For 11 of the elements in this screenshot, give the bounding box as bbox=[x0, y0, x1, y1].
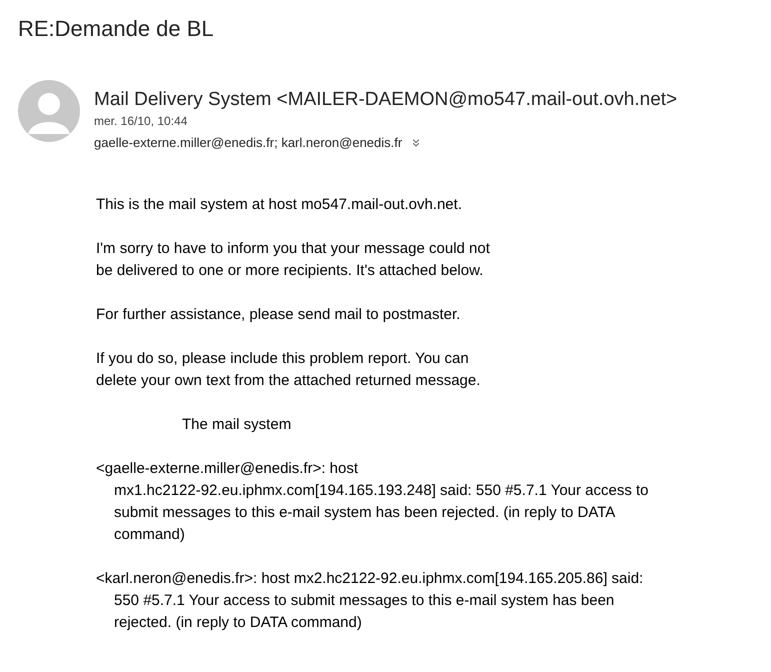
message-paragraph: I'm sorry to have to inform you that your message could not be delivered to one or more recipients. It's attached below. bbox=[96, 239, 491, 281]
email-subject: RE:Demande de BL bbox=[17, 15, 215, 43]
sender-name: Mail Delivery System <MAILER-DAEMON@mo547.mail-out.ovh.net> bbox=[94, 88, 678, 112]
recipients-list: gaelle-externe.miller@enedis.fr; karl.neron@enedis.fr bbox=[94, 134, 402, 152]
message-paragraph: If you do so, please include this problem report. You can delete your own text from the attached returned message. bbox=[96, 349, 482, 391]
message-paragraph: <karl.neron@enedis.fr>: host mx2.hc2122-92.eu.iphmx.com[194.165.205.86] said: 550 #5.7.1 Your access to submit messages to this e-mail system has been rejected. (in reply to DATA command) bbox=[96, 569, 644, 633]
sent-date: mer. 16/10, 10:44 bbox=[94, 113, 188, 130]
message-paragraph: This is the mail system at host mo547.mail-out.ovh.net. bbox=[96, 195, 463, 215]
message-paragraph: For further assistance, please send mail to postmaster. bbox=[96, 305, 462, 325]
message-paragraph: The mail system bbox=[181, 415, 292, 435]
message-paragraph: <gaelle-externe.miller@enedis.fr>: host mx1.hc2122-92.eu.iphmx.com[194.165.193.248] said: 550 #5.7.1 Your access to submit messages to this e-mail system has been rejected. (in reply to DATA command) bbox=[96, 459, 650, 545]
